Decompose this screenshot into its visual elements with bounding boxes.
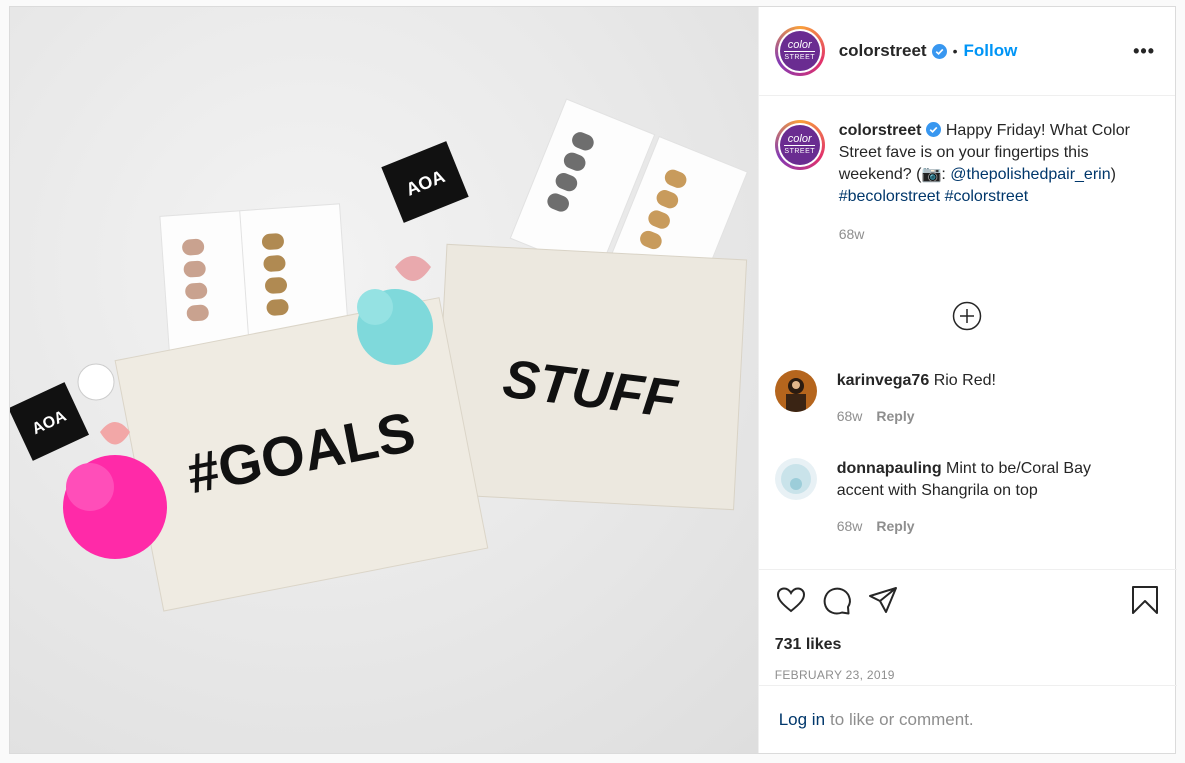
photo-illustration: AOA AOA STUFF #GOALS: [10, 98, 748, 612]
follow-button[interactable]: Follow: [964, 41, 1018, 61]
post-side-panel: color STREET colorstreet • Follow ••• co: [757, 7, 1177, 753]
more-options-icon[interactable]: •••: [1133, 41, 1155, 62]
reply-button[interactable]: Reply: [876, 518, 914, 534]
comment-time[interactable]: 68w: [837, 408, 863, 424]
action-bar: 731 likes FEBRUARY 23, 2019: [758, 569, 1177, 682]
hashtag-link[interactable]: #becolorstreet: [839, 188, 940, 205]
likes-count[interactable]: 731 likes: [775, 636, 1161, 654]
share-direct-icon[interactable]: [867, 584, 899, 616]
save-bookmark-icon[interactable]: [1129, 584, 1161, 616]
profile-avatar[interactable]: color STREET: [774, 26, 825, 76]
caption-avatar[interactable]: color STREET: [774, 120, 825, 170]
hashtag-link[interactable]: #colorstreet: [945, 188, 1029, 205]
comment-item: karinvega76 Rio Red! 68w Reply: [774, 370, 1137, 424]
login-prompt-text: to like or comment.: [830, 709, 974, 729]
reply-button[interactable]: Reply: [876, 408, 914, 424]
post-card: AOA AOA STUFF #GOALS color STREET colors…: [9, 6, 1177, 754]
login-link[interactable]: Log in: [779, 710, 825, 730]
post-date[interactable]: FEBRUARY 23, 2019: [775, 668, 1161, 682]
caption: color STREET colorstreet Happy Friday! W…: [774, 120, 1159, 242]
caption-username[interactable]: colorstreet: [839, 122, 922, 139]
caption-time[interactable]: 68w: [839, 226, 1139, 242]
header-username[interactable]: colorstreet: [839, 41, 927, 61]
commenter-avatar[interactable]: [774, 458, 817, 500]
comment-bubble-icon[interactable]: [821, 584, 853, 616]
verified-badge-icon: [931, 43, 947, 59]
caption-text: colorstreet Happy Friday! What Color Str…: [838, 122, 1130, 205]
post-photo[interactable]: AOA AOA STUFF #GOALS: [10, 7, 758, 753]
comment-item: donnapauling Mint to be/Coral Bay accent…: [774, 458, 1137, 534]
separator-dot: •: [952, 43, 958, 59]
comment-time[interactable]: 68w: [837, 518, 863, 534]
comment-username[interactable]: donnapauling: [837, 460, 942, 477]
brand-logo: color STREET: [779, 125, 820, 165]
like-heart-icon[interactable]: [775, 584, 807, 616]
comment-text: Rio Red!: [933, 372, 996, 389]
commenter-avatar[interactable]: [774, 370, 817, 412]
load-more-comments-icon[interactable]: [952, 301, 982, 331]
verified-badge-icon: [926, 122, 942, 137]
post-header: color STREET colorstreet • Follow •••: [758, 7, 1175, 96]
login-prompt: Log in to like or comment.: [758, 685, 1177, 753]
comment-username[interactable]: karinvega76: [837, 372, 930, 389]
mention-link[interactable]: @thepolishedpair_erin: [950, 166, 1110, 183]
camera-icon: 📷: [921, 166, 942, 183]
brand-logo: color STREET: [779, 31, 820, 71]
